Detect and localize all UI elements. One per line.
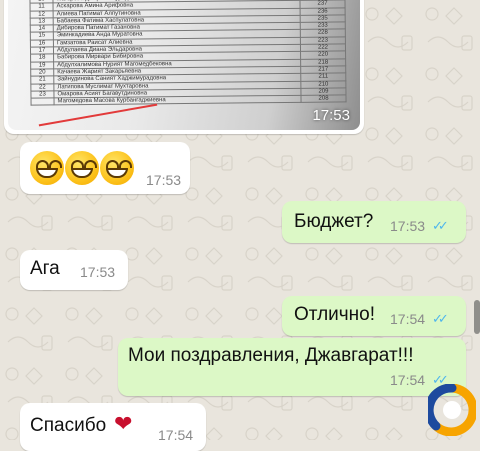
outgoing-message[interactable]: Мои поздравления, Джавгарат!!! 17:54 ✓✓: [118, 338, 466, 396]
message-time: 17:53: [146, 172, 182, 188]
message-time: 17:54: [390, 372, 426, 388]
outgoing-message[interactable]: Отлично! 17:54 ✓✓: [282, 296, 466, 336]
outgoing-message[interactable]: Бюджет? 17:53 ✓✓: [282, 201, 466, 243]
message-text: Спасибо: [30, 415, 107, 436]
message-time: 17:53: [312, 107, 350, 124]
grinning-emoji: [65, 151, 99, 185]
message-time: 17:54: [158, 427, 194, 443]
document-cell-score: 208: [300, 95, 347, 103]
double-check-icon: ✓✓: [432, 218, 449, 233]
heart-emoji: ❤: [114, 411, 133, 436]
message-text: Мои поздравления, Джавгарат!!!: [128, 345, 414, 366]
app-logo: [428, 384, 476, 436]
scrollbar[interactable]: [474, 300, 480, 334]
incoming-message[interactable]: Спасибо ❤ 17:54: [20, 403, 206, 451]
message-text: Отлично!: [294, 304, 376, 325]
message-time: 17:53: [80, 264, 116, 280]
document-photo[interactable]: 10Магарова Джаратт Мурадовна23711Аскаров…: [8, 0, 360, 130]
message-time: 17:54: [390, 311, 426, 327]
document-cell-n: [31, 98, 55, 106]
message-text: Ага: [30, 258, 60, 279]
double-check-icon: ✓✓: [432, 311, 449, 326]
document-table: 10Магарова Джаратт Мурадовна23711Аскаров…: [29, 0, 347, 106]
grinning-emoji: [30, 151, 64, 185]
incoming-message[interactable]: Ага 17:53: [20, 250, 128, 290]
image-message[interactable]: 10Магарова Джаратт Мурадовна23711Аскаров…: [4, 0, 364, 134]
message-text: Бюджет?: [294, 211, 374, 232]
message-time: 17:53: [390, 218, 426, 234]
incoming-message-emoji[interactable]: 17:53: [20, 142, 190, 194]
red-underline-mark: [38, 103, 158, 127]
grinning-emoji: [100, 151, 134, 185]
